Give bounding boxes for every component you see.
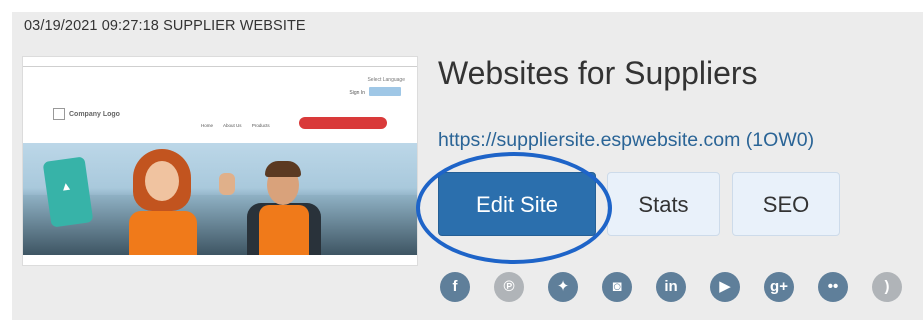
thumbnail-divider (23, 66, 417, 67)
edit-site-button[interactable]: Edit Site (438, 172, 596, 236)
hero-hand (219, 173, 235, 195)
website-thumbnail[interactable]: Select Language Sign In Company Logo Hom… (22, 56, 418, 266)
flickr-icon[interactable]: •• (818, 272, 848, 302)
googleplus-icon[interactable]: g+ (764, 272, 794, 302)
site-title: Websites for Suppliers (438, 55, 758, 91)
instagram-icon[interactable]: ◙ (602, 272, 632, 302)
timestamp-label: 03/19/2021 09:27:18 SUPPLIER WEBSITE (24, 18, 306, 34)
thumbnail-search-bar (299, 117, 387, 129)
facebook-icon[interactable]: f (440, 272, 470, 302)
thumbnail-search (369, 87, 401, 96)
rss-icon[interactable]: ) (872, 272, 902, 302)
pinterest-icon[interactable]: ℗ (494, 272, 524, 302)
hero-person-man (243, 161, 323, 265)
youtube-icon[interactable]: ▶ (710, 272, 740, 302)
thumbnail-language-select: Select Language (367, 77, 405, 83)
thumbnail-logo: Company Logo (53, 108, 120, 120)
seo-button[interactable]: SEO (732, 172, 840, 236)
thumbnail-nav-item: Products (251, 123, 270, 128)
twitter-icon[interactable]: ✦ (548, 272, 578, 302)
thumbnail-nav-item: Home (201, 123, 214, 128)
thumbnail-footer (23, 255, 417, 265)
thumbnail-logo-text: Company Logo (69, 110, 120, 118)
stats-button[interactable]: Stats (607, 172, 720, 236)
linkedin-icon[interactable]: in (656, 272, 686, 302)
thumbnail-nav: Home About Us Products (201, 123, 279, 128)
thumbnail-hero-image (23, 143, 417, 265)
logo-icon (53, 108, 65, 120)
hero-person-woman (127, 149, 197, 261)
thumbnail-signin: Sign In (349, 90, 365, 96)
site-url-link[interactable]: https://suppliersite.espwebsite.com (1OW… (438, 129, 814, 152)
hero-phone (42, 156, 94, 228)
thumbnail-nav-item: About Us (223, 123, 242, 128)
